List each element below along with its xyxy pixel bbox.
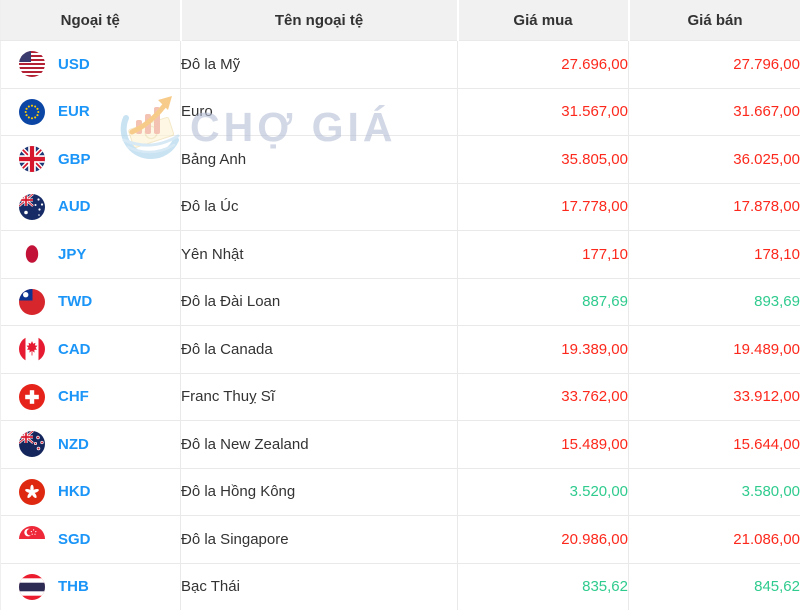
twd-flag-icon [19,288,45,315]
currency-name: Franc Thuỵ Sĩ [180,372,458,421]
sell-price: 178,10 [628,230,800,278]
column-header-sell-price: Giá bán [627,0,800,41]
table-row: NZD Đô la New Zealand 15.489,00 15.644,0… [0,420,800,468]
table-header: Ngoại tệ Tên ngoại tệ Giá mua Giá bán [0,0,800,41]
sell-price: 21.086,00 [628,515,800,563]
currency-name: Euro [180,87,458,136]
sell-price: 19.489,00 [628,325,800,373]
sell-price: 36.025,00 [628,135,800,183]
buy-price: 887,69 [457,277,629,326]
buy-price: 19.389,00 [457,325,629,373]
sell-price: 3.580,00 [628,467,800,516]
currency-name: Đô la Đài Loan [180,277,458,326]
aud-flag-icon [19,193,45,220]
currency-code-link[interactable]: CAD [58,341,91,358]
column-header-buy-price: Giá mua [456,0,629,41]
currency-name: Đô la Mỹ [180,40,458,88]
column-header-currency-name: Tên ngoại tệ [179,0,458,41]
currency-name: Yên Nhật [180,230,458,278]
currency-code-link[interactable]: THB [58,578,89,595]
buy-price: 33.762,00 [457,372,629,421]
buy-price: 3.520,00 [457,467,629,516]
currency-code-link[interactable]: NZD [58,436,89,453]
sgd-flag-icon [19,526,45,553]
currency-name: Bạc Thái [180,562,458,610]
table-row: JPY Yên Nhật 177,10 178,10 [0,230,800,278]
buy-price: 17.778,00 [457,182,629,231]
buy-price: 20.986,00 [457,515,629,563]
table-row: THB Bạc Thái 835,62 845,62 [0,562,800,610]
sell-price: 17.878,00 [628,182,800,231]
currency-code-link[interactable]: AUD [58,198,91,215]
buy-price: 835,62 [457,562,629,610]
table-row: HKD Đô la Hồng Kông 3.520,00 3.580,00 [0,467,800,516]
exchange-rate-table: Ngoại tệ Tên ngoại tệ Giá mua Giá bán US… [0,0,800,610]
sell-price: 33.912,00 [628,372,800,421]
buy-price: 15.489,00 [457,420,629,468]
currency-code-link[interactable]: CHF [58,388,89,405]
table-row: TWD Đô la Đài Loan 887,69 893,69 [0,277,800,326]
sell-price: 15.644,00 [628,420,800,468]
currency-name: Đô la Canada [180,325,458,373]
currency-code-link[interactable]: JPY [58,246,86,263]
buy-price: 27.696,00 [457,40,629,88]
table-row: CAD Đô la Canada 19.389,00 19.489,00 [0,325,800,373]
currency-code-link[interactable]: HKD [58,483,91,500]
sell-price: 27.796,00 [628,40,800,88]
table-row: USD Đô la Mỹ 27.696,00 27.796,00 [0,40,800,88]
table-row: SGD Đô la Singapore 20.986,00 21.086,00 [0,515,800,563]
gbp-flag-icon [19,146,45,173]
sell-price: 893,69 [628,277,800,326]
table-row: CHF Franc Thuỵ Sĩ 33.762,00 33.912,00 [0,372,800,421]
currency-name: Đô la Úc [180,182,458,231]
table-row: GBP Bảng Anh 35.805,00 36.025,00 [0,135,800,183]
currency-name: Đô la Hồng Kông [180,467,458,516]
sell-price: 845,62 [628,562,800,610]
currency-code-link[interactable]: SGD [58,531,91,548]
sell-price: 31.667,00 [628,87,800,136]
currency-name: Đô la New Zealand [180,420,458,468]
buy-price: 31.567,00 [457,87,629,136]
hkd-flag-icon [19,478,45,505]
table-row: AUD Đô la Úc 17.778,00 17.878,00 [0,182,800,231]
cad-flag-icon [19,336,45,363]
currency-code-link[interactable]: USD [58,56,90,73]
currency-name: Đô la Singapore [180,515,458,563]
currency-name: Bảng Anh [180,135,458,183]
table-row: EUR Euro 31.567,00 31.667,00 [0,87,800,136]
buy-price: 177,10 [457,230,629,278]
currency-code-link[interactable]: TWD [58,293,92,310]
thb-flag-icon [19,573,45,600]
nzd-flag-icon [19,431,45,458]
currency-code-link[interactable]: EUR [58,103,90,120]
jpy-flag-icon [19,241,45,268]
usd-flag-icon [19,51,45,78]
currency-code-link[interactable]: GBP [58,151,91,168]
chf-flag-icon [19,383,45,410]
eur-flag-icon [19,98,45,125]
column-header-currency: Ngoại tệ [0,0,181,41]
buy-price: 35.805,00 [457,135,629,183]
exchange-rate-page: Ngoại tệ Tên ngoại tệ Giá mua Giá bán US… [0,0,800,610]
